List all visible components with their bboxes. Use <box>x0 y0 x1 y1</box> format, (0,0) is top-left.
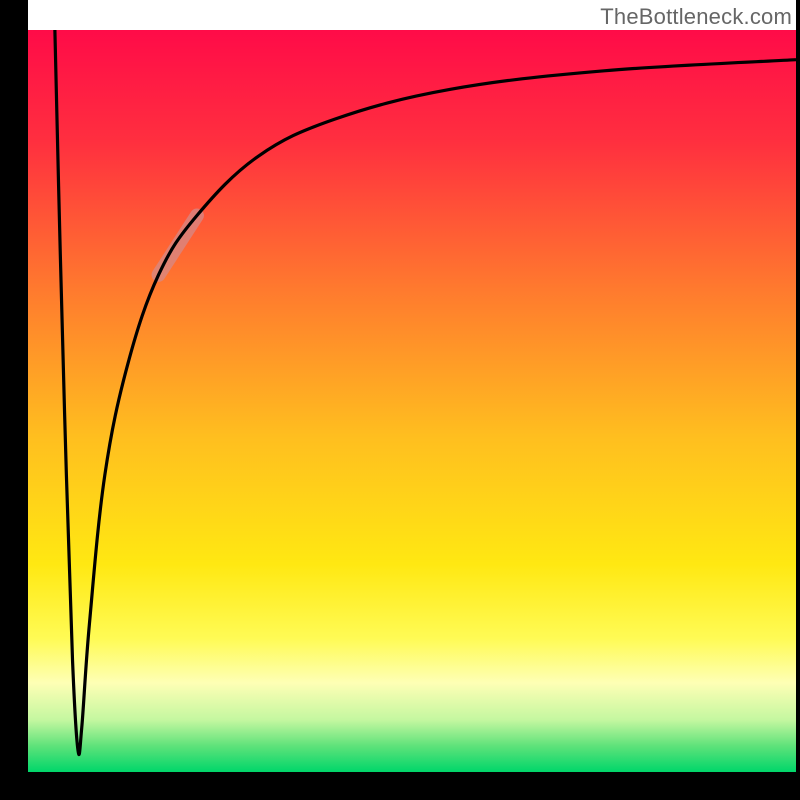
chart-svg <box>0 0 800 800</box>
frame-bottom <box>0 772 800 800</box>
plot-background <box>28 30 796 772</box>
chart-container: TheBottleneck.com <box>0 0 800 800</box>
watermark: TheBottleneck.com <box>600 4 792 30</box>
frame-right <box>796 0 800 800</box>
frame-left <box>0 0 28 800</box>
